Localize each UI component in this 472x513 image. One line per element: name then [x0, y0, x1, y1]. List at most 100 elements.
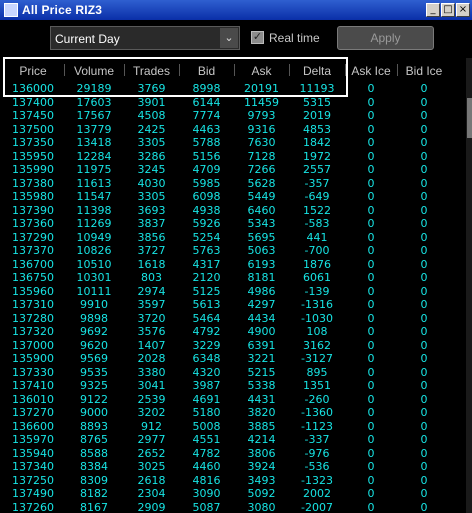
cell-price: 137320	[12, 325, 54, 338]
table-row[interactable]: 136000 29189 3769 8998 20191 11193 0 0	[0, 82, 466, 96]
cell-ask: 4434	[247, 311, 276, 325]
table-row[interactable]: 137450 17567 4508 7774 9793 2019 0 0	[0, 109, 466, 123]
cell-price: 136000	[12, 82, 54, 95]
cell-price: 135980	[12, 190, 54, 203]
table-row[interactable]: 135990 11975 3245 4709 7266 2557 0 0	[0, 163, 466, 177]
col-header-ask-ice[interactable]: Ask Ice	[345, 64, 397, 78]
cell-ask: 4900	[247, 325, 276, 338]
table-row[interactable]: 137490 8182 2304 3090 5092 2002 0 0	[0, 487, 466, 501]
cell-delta: 108	[306, 325, 328, 338]
cell-volume: 8167	[80, 500, 108, 513]
chevron-down-icon[interactable]: ⌄	[220, 28, 238, 48]
table-row[interactable]: 137340 8384 3025 4460 3924 -536 0 0	[0, 460, 466, 474]
table-row[interactable]: 136010 9122 2539 4691 4431 -260 0 0	[0, 393, 466, 407]
col-header-trades[interactable]: Trades	[124, 64, 179, 78]
col-header-bid-ice[interactable]: Bid Ice	[397, 64, 451, 78]
cell-price: 135970	[12, 433, 54, 446]
cell-bid-ice: 0	[420, 82, 428, 95]
table-row[interactable]: 137500 13779 2425 4463 9316 4853 0 0	[0, 123, 466, 137]
table-row[interactable]: 135970 8765 2977 4551 4214 -337 0 0	[0, 433, 466, 447]
cell-delta: 4853	[303, 122, 331, 136]
cell-price: 137400	[12, 95, 54, 109]
table-row[interactable]: 137380 11613 4030 5985 5628 -357 0 0	[0, 177, 466, 191]
cell-bid: 5788	[192, 136, 221, 149]
scrollbar-thumb[interactable]	[467, 98, 472, 138]
cell-bid: 5985	[192, 176, 221, 190]
cell-price: 137000	[12, 338, 54, 352]
cell-ask-ice: 0	[367, 379, 375, 392]
table-body: 136000 29189 3769 8998 20191 11193 0 0 137400 176…	[0, 82, 466, 513]
maximize-icon[interactable]: □	[441, 3, 455, 17]
cell-trades: 2028	[137, 352, 166, 365]
table-row[interactable]: 135960 10111 2974 5125 4986 -139 0 0	[0, 285, 466, 299]
table-row[interactable]: 135950 12284 3286 5156 7128 1972 0 0	[0, 150, 466, 164]
cell-ask: 5215	[247, 365, 276, 379]
col-header-ask[interactable]: Ask	[234, 64, 289, 78]
table-row[interactable]: 137360 11269 3837 5926 5343 -583 0 0	[0, 217, 466, 231]
cell-delta: -139	[304, 284, 330, 298]
cell-delta: -700	[304, 244, 330, 257]
cell-bid: 4691	[192, 392, 221, 406]
table-row[interactable]: 135940 8588 2652 4782 3806 -976 0 0	[0, 447, 466, 461]
table-row[interactable]: 137280 9898 3720 5464 4434 -1030 0 0	[0, 312, 466, 326]
table-row[interactable]: 137410 9325 3041 3987 5338 1351 0 0	[0, 379, 466, 393]
cell-price: 137360	[12, 217, 54, 230]
cell-delta: -976	[304, 446, 330, 460]
cell-volume: 17567	[76, 109, 112, 122]
cell-volume: 10826	[76, 244, 112, 257]
cell-ask-ice: 0	[367, 271, 375, 284]
cell-delta: -1316	[301, 298, 333, 311]
cell-volume: 9569	[80, 352, 108, 365]
cell-bid: 5763	[192, 244, 221, 257]
cell-delta: -649	[304, 190, 330, 203]
table-row[interactable]: 135900 9569 2028 6348 3221 -3127 0 0	[0, 352, 466, 366]
cell-price: 137270	[12, 406, 54, 419]
col-header-price[interactable]: Price	[4, 64, 62, 78]
table-row[interactable]: 137270 9000 3202 5180 3820 -1360 0 0	[0, 406, 466, 420]
table-row[interactable]: 136700 10510 1618 4317 6193 1876 0 0	[0, 258, 466, 272]
table-row[interactable]: 137260 8167 2909 5087 3080 -2007 0 0	[0, 501, 466, 513]
cell-volume: 9620	[80, 338, 108, 352]
col-header-bid[interactable]: Bid	[179, 64, 234, 78]
cell-bid-ice: 0	[420, 392, 428, 406]
table-row[interactable]: 135980 11547 3305 6098 5449 -649 0 0	[0, 190, 466, 204]
table-row[interactable]: 137320 9692 3576 4792 4900 108 0 0	[0, 325, 466, 339]
cell-delta: 441	[306, 230, 328, 244]
cell-price: 137280	[12, 311, 54, 325]
cell-volume: 10301	[76, 271, 112, 284]
apply-button[interactable]: Apply	[337, 26, 434, 50]
vertical-scrollbar[interactable]	[466, 58, 472, 513]
table-row[interactable]: 137310 9910 3597 5613 4297 -1316 0 0	[0, 298, 466, 312]
cell-ask-ice: 0	[367, 298, 375, 311]
cell-volume: 9910	[80, 298, 108, 311]
cell-bid-ice: 0	[420, 95, 428, 109]
table-row[interactable]: 137330 9535 3380 4320 5215 895 0 0	[0, 366, 466, 380]
table-row[interactable]: 136600 8893 912 5008 3885 -1123 0 0	[0, 420, 466, 434]
table-row[interactable]: 137250 8309 2618 4816 3493 -1323 0 0	[0, 474, 466, 488]
title-bar[interactable]: All Price RIZ3 _ □ ×	[0, 0, 472, 20]
minimize-icon[interactable]: _	[426, 3, 440, 17]
period-select[interactable]: Current Day ⌄	[50, 26, 240, 50]
cell-price: 136010	[12, 392, 54, 406]
table-row[interactable]: 137290 10949 3856 5254 5695 441 0 0	[0, 231, 466, 245]
cell-trades: 3901	[137, 95, 166, 109]
close-icon[interactable]: ×	[456, 3, 470, 17]
price-table: Price Volume Trades Bid Ask Delta Ask Ic…	[0, 58, 466, 513]
cell-price: 137390	[12, 203, 54, 217]
cell-ask: 4431	[247, 392, 276, 406]
cell-ask-ice: 0	[367, 500, 375, 513]
table-row[interactable]: 137000 9620 1407 3229 6391 3162 0 0	[0, 339, 466, 353]
cell-ask-ice: 0	[367, 176, 375, 190]
col-header-volume[interactable]: Volume	[64, 64, 124, 78]
cell-bid: 5254	[192, 230, 221, 244]
table-row[interactable]: 137370 10826 3727 5763 5063 -700 0 0	[0, 244, 466, 258]
col-header-delta[interactable]: Delta	[289, 64, 345, 78]
cell-bid: 4320	[192, 365, 221, 379]
table-row[interactable]: 137390 11398 3693 4938 6460 1522 0 0	[0, 204, 466, 218]
cell-ask-ice: 0	[367, 352, 375, 365]
cell-bid-ice: 0	[420, 217, 428, 230]
table-row[interactable]: 136750 10301 803 2120 8181 6061 0 0	[0, 271, 466, 285]
table-row[interactable]: 137350 13418 3305 5788 7630 1842 0 0	[0, 136, 466, 150]
realtime-checkbox[interactable]: ✓	[251, 31, 264, 44]
table-row[interactable]: 137400 17603 3901 6144 11459 5315 0 0	[0, 96, 466, 110]
